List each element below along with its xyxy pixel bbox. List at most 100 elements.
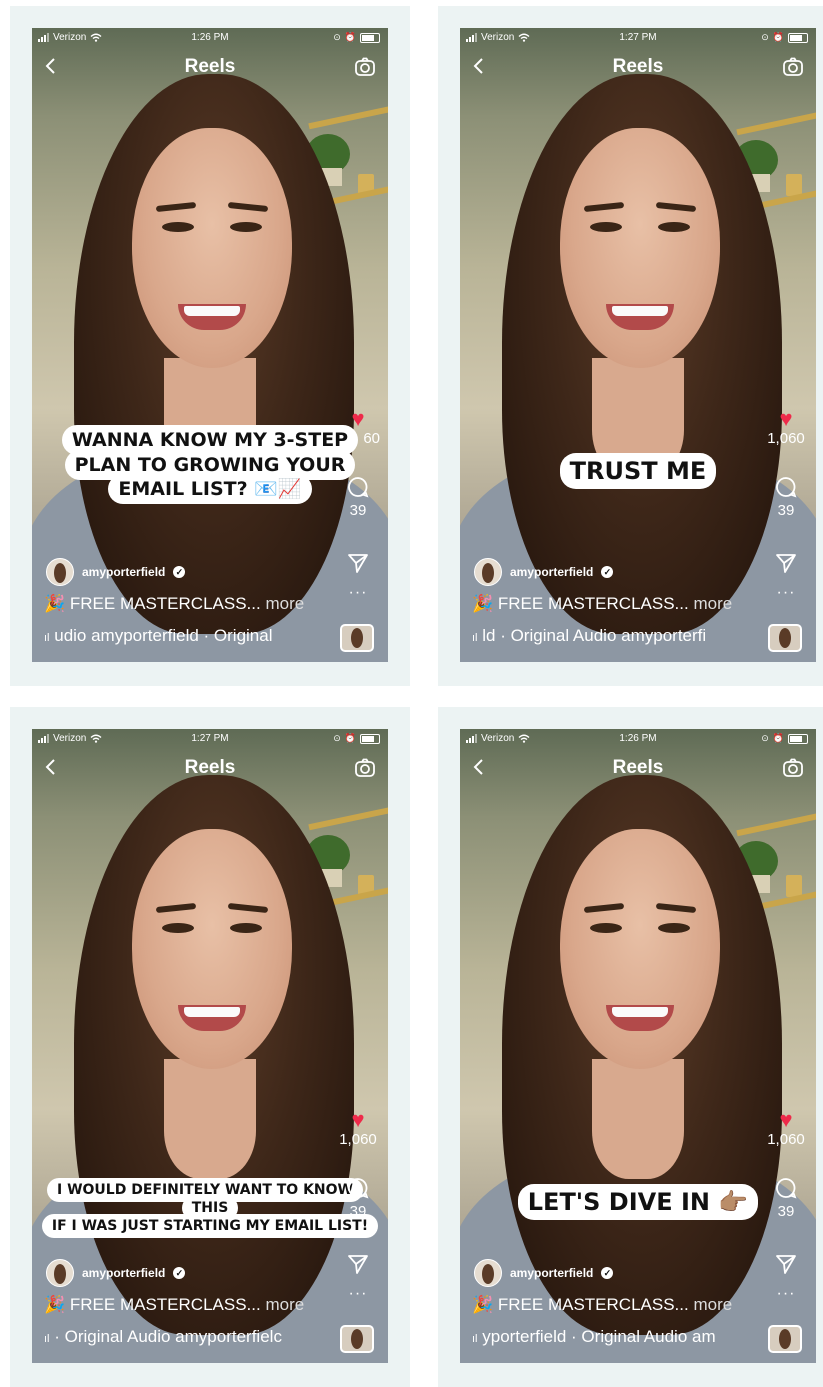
more-icon[interactable]: ···	[764, 584, 808, 602]
status-bar: Verizon 1:26 PM ⊙ ⏰	[32, 28, 388, 48]
share-button[interactable]	[764, 552, 808, 578]
audio-wave-icon: ıl	[44, 1333, 50, 1345]
reel-screen[interactable]: Verizon 1:26 PM ⊙ ⏰ Reels WANNA KNOW MY …	[32, 28, 388, 662]
reel-screen[interactable]: Verizon 1:27 PM ⊙ ⏰ Reels I WOULD DEFINI…	[32, 729, 388, 1363]
reels-header: Reels	[32, 753, 388, 783]
verified-badge-icon: ✓	[601, 566, 614, 578]
avatar[interactable]	[474, 558, 502, 586]
audio-text: yporterfield · Original Audio am	[482, 1327, 716, 1346]
share-button[interactable]	[336, 552, 380, 578]
page-title: Reels	[612, 757, 664, 778]
heart-icon: ♥	[351, 406, 365, 431]
comment-button[interactable]: 39	[336, 1177, 380, 1220]
reel-description[interactable]: 🎉 FREE MASTERCLASS... more	[472, 594, 732, 614]
reel-description[interactable]: 🎉 FREE MASTERCLASS... more	[44, 594, 304, 614]
description-text: 🎉 FREE MASTERCLASS...	[44, 1295, 261, 1314]
audio-info[interactable]: ıl ld · Original Audio amyporterfi	[472, 626, 762, 646]
comment-button[interactable]: 39	[764, 476, 808, 519]
avatar[interactable]	[46, 558, 74, 586]
like-button[interactable]: ♥ 1,060	[764, 1107, 808, 1149]
camera-icon[interactable]	[354, 757, 376, 779]
audio-info[interactable]: ıl udio amyporterfield · Original	[44, 626, 334, 646]
send-icon	[348, 554, 368, 573]
audio-thumbnail[interactable]	[768, 624, 802, 652]
camera-icon[interactable]	[354, 56, 376, 78]
share-button[interactable]	[764, 1253, 808, 1279]
audio-thumbnail[interactable]	[340, 624, 374, 652]
camera-icon[interactable]	[782, 56, 804, 78]
send-icon	[776, 1255, 796, 1274]
reel-description[interactable]: 🎉 FREE MASTERCLASS... more	[472, 1295, 732, 1315]
lock-rotation-icon: ⊙	[761, 32, 769, 42]
more-icon[interactable]: ···	[764, 1285, 808, 1303]
audio-text: ld · Original Audio amyporterfi	[482, 626, 707, 645]
comment-count: 39	[777, 502, 795, 519]
reel-card-1: Verizon 1:26 PM ⊙ ⏰ Reels WANNA KNOW MY …	[10, 6, 410, 686]
caption-line: IF I WAS JUST STARTING MY EMAIL LIST!	[41, 1214, 379, 1239]
comment-count: 39	[777, 1203, 795, 1220]
reel-screen[interactable]: Verizon 1:27 PM ⊙ ⏰ Reels TRUST ME ♥ 1,0…	[460, 28, 816, 662]
status-bar: Verizon 1:27 PM ⊙ ⏰	[460, 28, 816, 48]
audio-thumbnail[interactable]	[340, 1325, 374, 1353]
more-icon[interactable]: ···	[336, 584, 380, 602]
person-face	[132, 128, 292, 368]
comment-icon	[348, 1178, 369, 1199]
audio-wave-icon: ıl	[472, 632, 478, 644]
reel-card-3: Verizon 1:27 PM ⊙ ⏰ Reels I WOULD DEFINI…	[10, 707, 410, 1387]
reel-screen[interactable]: Verizon 1:26 PM ⊙ ⏰ Reels LET'S DIVE IN …	[460, 729, 816, 1363]
audio-info[interactable]: ıl yporterfield · Original Audio am	[472, 1327, 762, 1347]
lock-rotation-icon: ⊙	[333, 733, 341, 743]
heart-icon: ♥	[779, 1107, 793, 1132]
camera-icon[interactable]	[782, 757, 804, 779]
author-row[interactable]: amyporterfield ✓	[474, 1259, 614, 1287]
battery-icon	[360, 733, 380, 744]
more-link[interactable]: more	[693, 594, 732, 613]
more-link[interactable]: more	[265, 1295, 304, 1314]
avatar[interactable]	[474, 1259, 502, 1287]
comment-button[interactable]: 39	[336, 476, 380, 519]
battery-icon	[360, 32, 380, 43]
reels-header: Reels	[460, 52, 816, 82]
avatar[interactable]	[46, 1259, 74, 1287]
more-icon[interactable]: ···	[336, 1285, 380, 1303]
send-icon	[348, 1255, 368, 1274]
audio-info[interactable]: ıl · Original Audio amyporterfielc	[44, 1327, 334, 1347]
page-title: Reels	[184, 56, 236, 77]
description-text: 🎉 FREE MASTERCLASS...	[472, 1295, 689, 1314]
more-link[interactable]: more	[265, 594, 304, 613]
page-title: Reels	[612, 56, 664, 77]
heart-icon: ♥	[351, 1107, 365, 1132]
author-row[interactable]: amyporterfield ✓	[474, 558, 614, 586]
reel-card-4: Verizon 1:26 PM ⊙ ⏰ Reels LET'S DIVE IN …	[438, 707, 823, 1387]
share-button[interactable]	[336, 1253, 380, 1279]
comment-icon	[776, 1178, 797, 1199]
like-count: 60	[363, 430, 380, 447]
like-count: 1,060	[767, 1131, 805, 1148]
description-text: 🎉 FREE MASTERCLASS...	[44, 594, 261, 613]
author-row[interactable]: amyporterfield ✓	[46, 1259, 186, 1287]
username[interactable]: amyporterfield	[510, 1266, 593, 1280]
reel-description[interactable]: 🎉 FREE MASTERCLASS... more	[44, 1295, 304, 1315]
username[interactable]: amyporterfield	[82, 565, 165, 579]
comment-button[interactable]: 39	[764, 1177, 808, 1220]
more-link[interactable]: more	[693, 1295, 732, 1314]
like-button[interactable]: ♥ 60	[336, 406, 380, 448]
audio-text: udio amyporterfield · Original	[54, 626, 273, 645]
person-face	[560, 829, 720, 1069]
like-button[interactable]: ♥ 1,060	[764, 408, 808, 448]
reels-header: Reels	[32, 52, 388, 82]
alarm-icon: ⏰	[344, 733, 356, 743]
like-button[interactable]: ♥ 1,060	[336, 1107, 380, 1149]
comment-count: 39	[349, 1203, 367, 1220]
comment-icon	[348, 477, 369, 498]
comment-icon	[776, 477, 797, 498]
caption-sticker: WANNA KNOW MY 3-STEP PLAN TO GROWING YOUR…	[32, 425, 388, 505]
caption-sticker: I WOULD DEFINITELY WANT TO KNOW THIS IF I…	[32, 1178, 388, 1239]
audio-thumbnail[interactable]	[768, 1325, 802, 1353]
username[interactable]: amyporterfield	[510, 565, 593, 579]
author-row[interactable]: amyporterfield ✓	[46, 558, 186, 586]
alarm-icon: ⏰	[772, 733, 784, 743]
verified-badge-icon: ✓	[601, 1267, 614, 1279]
caption-line: LET'S DIVE IN 👉🏽	[517, 1184, 759, 1220]
username[interactable]: amyporterfield	[82, 1266, 165, 1280]
